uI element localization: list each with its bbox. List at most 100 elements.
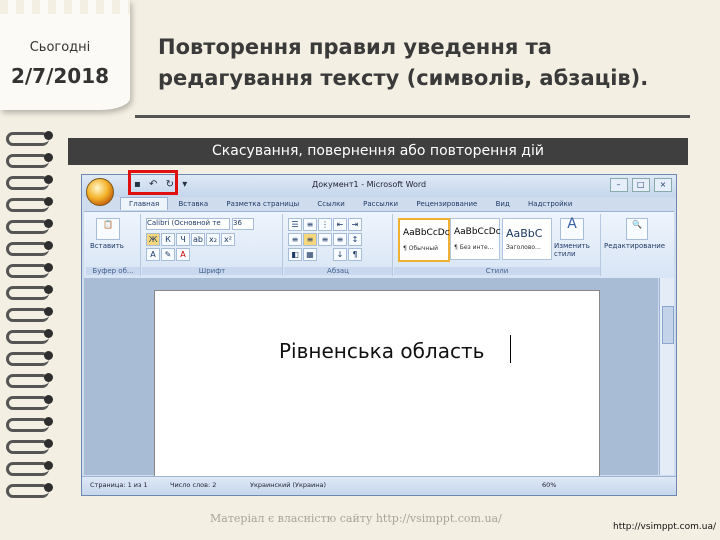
- tab-home[interactable]: Главная: [120, 197, 169, 210]
- multilevel-list-icon[interactable]: ⋮: [318, 218, 332, 231]
- bullets-icon[interactable]: ☰: [288, 218, 302, 231]
- date-value: 2/7/2018: [10, 64, 110, 88]
- group-editing: 🔍 Редактирование: [602, 214, 672, 276]
- title-line-1: Повторення правил уведення та: [158, 35, 552, 59]
- group-label-clipboard: Буфер об...: [86, 267, 140, 275]
- font-name-select[interactable]: Calibri (Основной те: [146, 218, 230, 230]
- document-page[interactable]: Рівненська область: [154, 290, 600, 482]
- tab-addins[interactable]: Надстройки: [520, 198, 580, 210]
- ring: [6, 460, 53, 476]
- style-name: ¶ Без инте...: [454, 244, 494, 251]
- justify-icon[interactable]: ≡: [333, 233, 347, 246]
- group-clipboard: 📋 Вставить Буфер об...: [86, 214, 141, 276]
- tab-page-layout[interactable]: Разметка страницы: [218, 198, 307, 210]
- tab-insert[interactable]: Вставка: [170, 198, 216, 210]
- ring: [6, 438, 53, 454]
- style-name: ¶ Обычный: [403, 245, 438, 252]
- subscript-icon[interactable]: x₂: [206, 233, 220, 246]
- tab-review[interactable]: Рецензирование: [408, 198, 485, 210]
- ring: [6, 482, 53, 498]
- superscript-icon[interactable]: x²: [221, 233, 235, 246]
- document-text[interactable]: Рівненська область: [279, 339, 484, 363]
- group-label-font: Шрифт: [142, 267, 282, 275]
- underline-icon[interactable]: Ч: [176, 233, 190, 246]
- align-center-icon[interactable]: ≡: [303, 233, 317, 246]
- window-controls: – □ ×: [608, 178, 672, 192]
- italic-icon[interactable]: К: [161, 233, 175, 246]
- ring: [6, 196, 53, 212]
- ribbon-tabs: Главная Вставка Разметка страницы Ссылки…: [120, 197, 580, 211]
- ring: [6, 328, 53, 344]
- maximize-button[interactable]: □: [631, 178, 650, 192]
- title-underline: [135, 115, 690, 118]
- style-normal[interactable]: AaBbCcDc ¶ Обычный: [398, 218, 450, 262]
- font-size-select[interactable]: 36: [232, 218, 254, 230]
- change-styles-icon[interactable]: A: [560, 217, 584, 240]
- status-words[interactable]: Число слов: 2: [170, 481, 216, 489]
- style-sample: AaBbC: [506, 227, 543, 240]
- tab-references[interactable]: Ссылки: [309, 198, 353, 210]
- paste-icon[interactable]: 📋: [96, 218, 120, 240]
- ring: [6, 130, 53, 146]
- site-url[interactable]: http://vsimppt.com.ua/: [613, 522, 716, 532]
- vertical-scrollbar[interactable]: [659, 278, 674, 475]
- ring: [6, 306, 53, 322]
- status-language[interactable]: Украинский (Украина): [250, 481, 326, 489]
- status-page[interactable]: Страница: 1 из 1: [90, 481, 148, 489]
- line-spacing-icon[interactable]: ↕: [348, 233, 362, 246]
- text-cursor: [510, 335, 511, 363]
- text-effects-icon[interactable]: A: [146, 248, 160, 261]
- undo-redo-highlight: [128, 170, 178, 195]
- document-area: Рівненська область: [84, 278, 658, 482]
- style-no-spacing[interactable]: AaBbCcDc ¶ Без инте...: [450, 218, 501, 260]
- highlight-icon[interactable]: ✎: [161, 248, 175, 261]
- group-font: Calibri (Основной те 36 Ж К Ч ab x₂ x² A…: [142, 214, 283, 276]
- strikethrough-icon[interactable]: ab: [191, 233, 205, 246]
- find-icon[interactable]: 🔍: [626, 218, 648, 240]
- sort-icon[interactable]: ↓: [333, 248, 347, 261]
- group-styles: AaBbCcDc ¶ Обычный AaBbCcDc ¶ Без инте..…: [394, 214, 601, 276]
- minimize-button[interactable]: –: [609, 178, 628, 192]
- decrease-indent-icon[interactable]: ⇤: [333, 218, 347, 231]
- change-styles-label[interactable]: Изменить стили: [554, 242, 594, 258]
- style-sample: AaBbCcDc: [403, 228, 450, 238]
- bold-icon[interactable]: Ж: [146, 233, 160, 246]
- ribbon: 📋 Вставить Буфер об... Calibri (Основной…: [84, 211, 674, 278]
- window-title: Документ1 - Microsoft Word: [312, 180, 427, 189]
- ring: [6, 394, 53, 410]
- date-card: Сьогодні 2/7/2018: [0, 0, 130, 110]
- editing-label[interactable]: Редактирование: [604, 242, 665, 250]
- ring: [6, 284, 53, 300]
- status-bar: Страница: 1 из 1 Число слов: 2 Украински…: [82, 476, 676, 495]
- align-right-icon[interactable]: ≡: [318, 233, 332, 246]
- ring: [6, 372, 53, 388]
- pilcrow-icon[interactable]: ¶: [348, 248, 362, 261]
- slide-title: Повторення правил уведення та редагуванн…: [158, 32, 698, 94]
- style-heading[interactable]: AaBbC Заголово...: [502, 218, 552, 260]
- office-button[interactable]: [86, 178, 114, 206]
- font-color-icon[interactable]: A: [176, 248, 190, 261]
- tab-view[interactable]: Вид: [488, 198, 518, 210]
- ring: [6, 416, 53, 432]
- ring: [6, 218, 53, 234]
- borders-icon[interactable]: ▦: [303, 248, 317, 261]
- ring: [6, 262, 53, 278]
- tab-mailings[interactable]: Рассылки: [355, 198, 406, 210]
- ring: [6, 174, 53, 190]
- group-paragraph: ☰ ≡ ⋮ ⇤ ⇥ ≡ ≡ ≡ ≡ ↕ ◧ ▦ ↓ ¶ Абзац: [284, 214, 393, 276]
- close-button[interactable]: ×: [654, 178, 672, 192]
- date-label: Сьогодні: [29, 40, 91, 55]
- torn-edge: [0, 0, 130, 14]
- shading-icon[interactable]: ◧: [288, 248, 302, 261]
- dropdown-icon[interactable]: ▾: [182, 179, 187, 190]
- numbering-icon[interactable]: ≡: [303, 218, 317, 231]
- status-zoom[interactable]: 60%: [542, 481, 556, 489]
- ring: [6, 350, 53, 366]
- align-left-icon[interactable]: ≡: [288, 233, 302, 246]
- paste-label[interactable]: Вставить: [90, 242, 124, 250]
- ring: [6, 240, 53, 256]
- caption-bar: Скасування, повернення або повторення ді…: [68, 138, 688, 165]
- increase-indent-icon[interactable]: ⇥: [348, 218, 362, 231]
- scroll-thumb[interactable]: [662, 306, 674, 344]
- style-name: Заголово...: [506, 244, 541, 251]
